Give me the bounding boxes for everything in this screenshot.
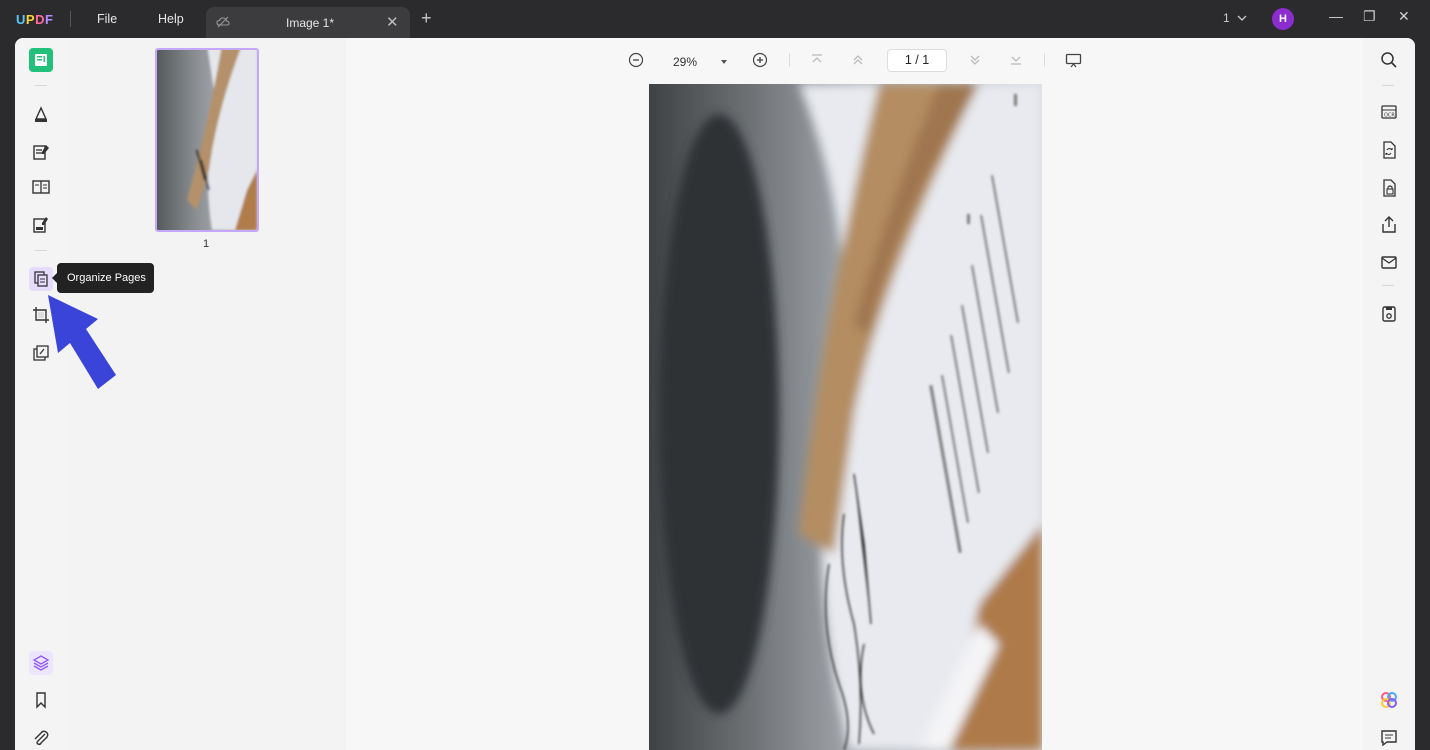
- rail-divider: [1382, 285, 1394, 286]
- window-selector[interactable]: 1: [1223, 11, 1247, 25]
- convert-icon[interactable]: [1377, 138, 1401, 162]
- app-logo: UPDF: [16, 12, 54, 27]
- new-tab-button[interactable]: +: [421, 9, 432, 27]
- email-icon[interactable]: [1377, 250, 1401, 274]
- ocr-icon[interactable]: OCR: [1377, 100, 1401, 124]
- layers-icon[interactable]: [29, 651, 53, 675]
- toolbar-divider: [789, 53, 790, 67]
- bookmark-icon[interactable]: [29, 688, 53, 712]
- comments-panel-icon[interactable]: [1377, 726, 1401, 750]
- zoom-out-icon: [628, 52, 644, 68]
- zoom-out-button[interactable]: [628, 52, 644, 71]
- document-tab[interactable]: Image 1* ✕: [206, 7, 410, 38]
- form-icon[interactable]: [29, 213, 53, 237]
- presentation-icon[interactable]: [1065, 53, 1082, 71]
- ai-assistant-icon[interactable]: [1377, 688, 1401, 712]
- close-window-button[interactable]: ✕: [1398, 8, 1410, 25]
- page-layout-icon[interactable]: [29, 175, 53, 199]
- last-page-icon[interactable]: [1009, 53, 1023, 70]
- thumbnail-page-number: 1: [203, 238, 210, 250]
- rail-divider: [35, 250, 47, 251]
- organize-pages-icon[interactable]: [29, 267, 53, 291]
- zoom-dropdown-icon[interactable]: [719, 55, 729, 69]
- title-bar: UPDF File Help Image 1* ✕ + 1 H — ❐ ✕: [0, 0, 1430, 38]
- organize-pages-tooltip: Organize Pages: [52, 263, 154, 293]
- chevron-down-icon: [1237, 11, 1247, 25]
- menu-help[interactable]: Help: [158, 12, 184, 26]
- rail-divider: [1382, 85, 1394, 86]
- page-number-input[interactable]: 1 / 1: [887, 49, 947, 72]
- maximize-button[interactable]: ❐: [1363, 8, 1376, 25]
- thumbnail-image: [157, 50, 257, 230]
- cloud-off-icon: [216, 15, 230, 34]
- user-avatar[interactable]: H: [1272, 8, 1294, 30]
- tab-title: Image 1*: [286, 16, 335, 30]
- title-divider: [70, 11, 71, 27]
- zoom-in-button[interactable]: [752, 52, 768, 71]
- document-page-image: [649, 84, 1042, 750]
- first-page-icon[interactable]: [810, 53, 824, 70]
- zoom-in-icon: [752, 52, 768, 68]
- reader-icon[interactable]: [29, 48, 53, 72]
- rail-divider: [35, 85, 47, 86]
- menu-file[interactable]: File: [97, 12, 117, 26]
- svg-text:OCR: OCR: [1384, 113, 1395, 119]
- protect-icon[interactable]: [1377, 176, 1401, 200]
- next-page-icon[interactable]: [968, 53, 982, 70]
- zoom-value[interactable]: 29%: [673, 55, 697, 69]
- save-icon[interactable]: [1377, 302, 1401, 326]
- page-thumbnail[interactable]: [155, 48, 259, 232]
- previous-page-icon[interactable]: [851, 53, 865, 70]
- right-tool-rail: OCR: [1362, 38, 1415, 750]
- share-icon[interactable]: [1377, 213, 1401, 237]
- attachment-icon[interactable]: [29, 726, 53, 750]
- tab-close-icon[interactable]: ✕: [386, 13, 399, 31]
- edit-pdf-icon[interactable]: [29, 140, 53, 164]
- comment-icon[interactable]: [29, 102, 53, 126]
- pointer-arrow-icon: [46, 293, 118, 398]
- search-icon[interactable]: [1377, 48, 1401, 72]
- toolbar-divider: [1044, 53, 1045, 67]
- minimize-button[interactable]: —: [1329, 8, 1343, 24]
